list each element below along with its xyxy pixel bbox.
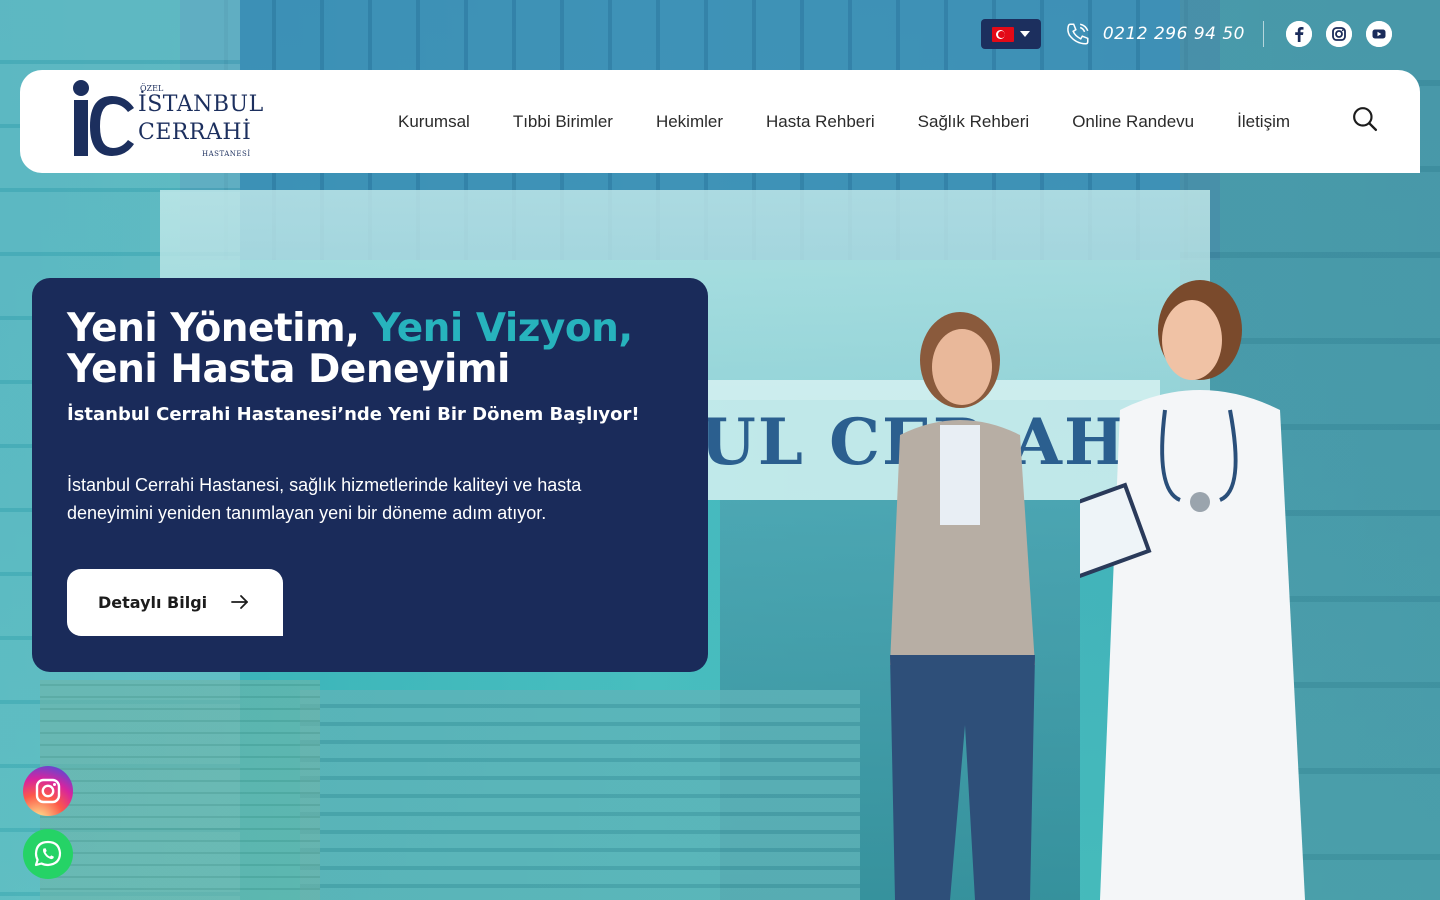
floating-instagram-button[interactable]	[23, 766, 73, 816]
whatsapp-icon	[34, 840, 62, 867]
logo-cerrahi-text: CERRAHİ	[138, 120, 252, 145]
hero-title-accent: Yeni Vizyon,	[372, 306, 634, 351]
language-selector[interactable]	[980, 19, 1041, 49]
facebook-icon[interactable]	[1286, 21, 1312, 47]
instagram-icon[interactable]	[1326, 21, 1352, 47]
floating-whatsapp-button[interactable]	[23, 829, 73, 879]
brick-wall	[40, 680, 320, 900]
nav-item-kurumsal[interactable]: Kurumsal	[398, 112, 470, 132]
logo-istanbul-text: İSTANBUL	[138, 92, 264, 117]
phone-link[interactable]: 0212 296 94 50	[1065, 21, 1264, 47]
nav-item-tibbi-birimler[interactable]: Tıbbi Birimler	[513, 112, 613, 132]
hero-description: İstanbul Cerrahi Hastanesi, sağlık hizme…	[67, 475, 582, 523]
turkey-flag-icon	[991, 26, 1014, 42]
patient-figure	[890, 312, 1035, 900]
phone-number: 0212 296 94 50	[1102, 24, 1245, 44]
logo-ic-mark	[73, 80, 134, 156]
hero-title: Yeni Yönetim, Yeni Vizyon, Yeni Hasta De…	[67, 308, 673, 390]
hero-title-line2: Yeni Hasta Deneyimi	[67, 347, 510, 392]
arrow-right-icon	[231, 595, 248, 609]
chevron-down-icon	[1019, 31, 1030, 37]
hero-card: Yeni Yönetim, Yeni Vizyon, Yeni Hasta De…	[32, 278, 708, 672]
hero-subtitle: İstanbul Cerrahi Hastanesi’nde Yeni Bir …	[67, 404, 640, 425]
detailed-info-button[interactable]: Detaylı Bilgi	[67, 569, 283, 636]
nav-item-saglik-rehberi[interactable]: Sağlık Rehberi	[918, 112, 1030, 132]
social-links	[1286, 21, 1392, 47]
nav-item-iletisim[interactable]: İletişim	[1237, 112, 1290, 132]
main-header: ÖZEL İSTANBUL CERRAHİ HASTANESİ Kurumsal…	[20, 70, 1420, 173]
main-nav: Kurumsal Tıbbi Birimler Hekimler Hasta R…	[398, 70, 1333, 173]
detailed-info-label: Detaylı Bilgi	[98, 593, 208, 612]
search-icon[interactable]	[1352, 106, 1378, 132]
nav-item-hasta-rehberi[interactable]: Hasta Rehberi	[766, 112, 875, 132]
instagram-icon	[35, 778, 61, 804]
nav-item-hekimler[interactable]: Hekimler	[656, 112, 723, 132]
doctor-figure	[1080, 280, 1305, 900]
hero-title-part1: Yeni Yönetim,	[67, 306, 373, 351]
logo-hastanesi-text: HASTANESİ	[202, 150, 251, 158]
phone-icon	[1066, 23, 1089, 45]
building-stairs	[300, 690, 860, 900]
nav-item-online-randevu[interactable]: Online Randevu	[1072, 112, 1194, 132]
youtube-icon[interactable]	[1366, 21, 1392, 47]
site-logo[interactable]: ÖZEL İSTANBUL CERRAHİ HASTANESİ	[64, 78, 264, 166]
top-utility-bar: 0212 296 94 50	[980, 18, 1392, 50]
